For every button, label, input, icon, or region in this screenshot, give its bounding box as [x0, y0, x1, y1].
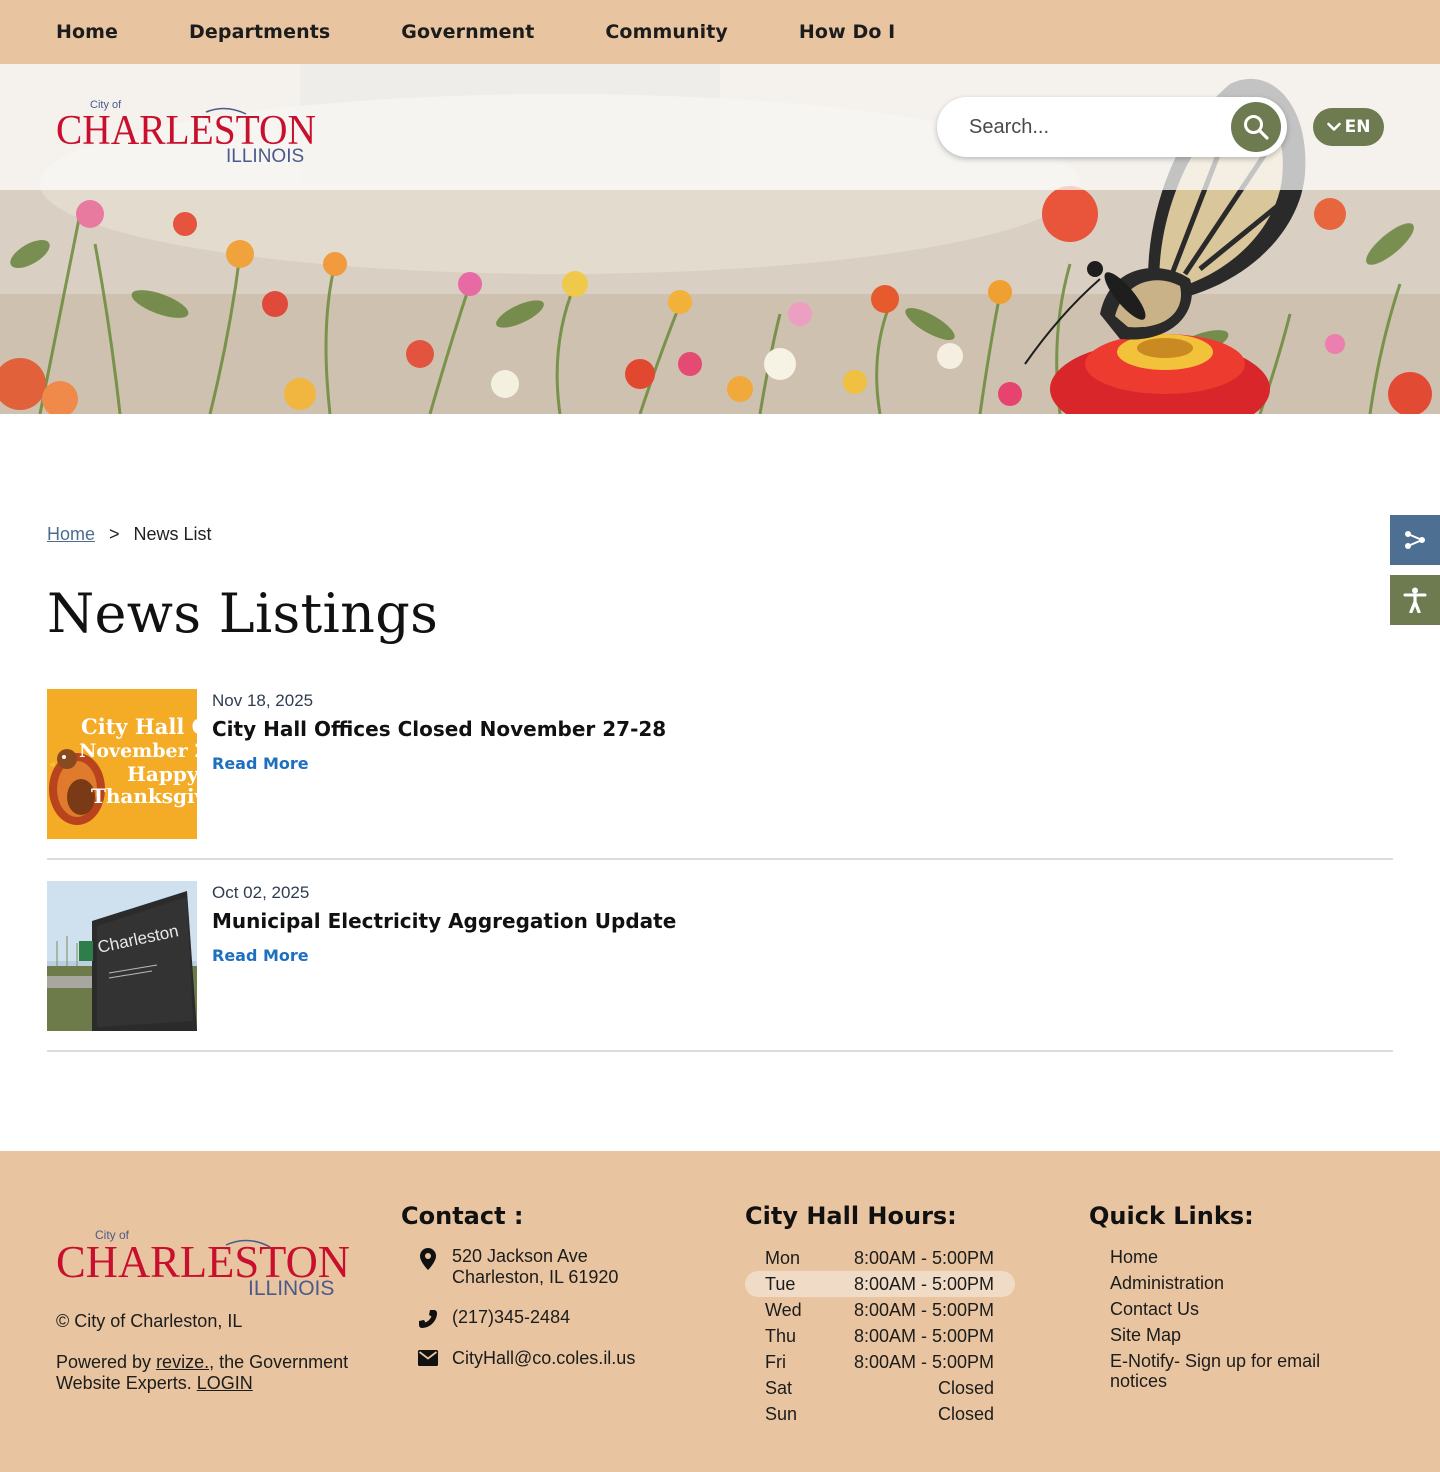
page-title: News Listings — [47, 582, 439, 645]
hours-day: Sat — [765, 1377, 793, 1398]
hours-row-today: Tue 8:00AM - 5:00PM — [745, 1271, 1015, 1297]
hours-row: Wed 8:00AM - 5:00PM — [745, 1297, 1015, 1323]
email-address: CityHall@co.coles.il.us — [452, 1348, 636, 1368]
contact-heading: Contact : — [401, 1202, 524, 1230]
breadcrumb-current: News List — [133, 524, 212, 544]
search-bar — [937, 97, 1287, 157]
hours-day: Thu — [765, 1325, 797, 1346]
hours-day: Tue — [765, 1273, 796, 1294]
share-icon — [1405, 531, 1425, 549]
powered-by-text: Powered by revize., the Government Websi… — [56, 1352, 376, 1394]
hours-table: Mon 8:00AM - 5:00PM Tue 8:00AM - 5:00PM We… — [745, 1245, 1015, 1427]
contact-email[interactable]: CityHall@co.coles.il.us — [418, 1348, 635, 1369]
read-more-link[interactable]: Read More — [212, 946, 309, 965]
news-list-item: City Hall Cl November 2 Happy Thanksgiv … — [47, 689, 1393, 860]
breadcrumb-home-link[interactable]: Home — [47, 524, 95, 545]
svg-text:ILLINOIS: ILLINOIS — [226, 146, 304, 164]
nav-item-home[interactable]: Home — [56, 21, 118, 43]
hours-day: Mon — [765, 1247, 801, 1268]
envelope-icon — [418, 1350, 438, 1366]
hours-time: Closed — [937, 1377, 994, 1398]
news-thumbnail[interactable]: City Hall Cl November 2 Happy Thanksgiv — [47, 689, 197, 839]
nav-item-how-do-i[interactable]: How Do I — [799, 21, 895, 43]
location-pin-icon — [420, 1248, 436, 1270]
revize-link[interactable]: revize. — [156, 1352, 209, 1372]
hours-time: 8:00AM - 5:00PM — [853, 1247, 994, 1268]
svg-text:ILLINOIS: ILLINOIS — [248, 1277, 334, 1297]
chevron-down-icon — [1326, 122, 1341, 131]
accessibility-icon — [1403, 587, 1427, 613]
news-date: Nov 18, 2025 — [212, 691, 314, 710]
hours-day: Fri — [765, 1351, 786, 1372]
nav-item-departments[interactable]: Departments — [189, 21, 330, 43]
quick-links-heading: Quick Links: — [1089, 1202, 1254, 1230]
language-selector[interactable]: EN — [1313, 108, 1384, 146]
copyright-text: © City of Charleston, IL — [56, 1311, 243, 1331]
search-icon — [1244, 115, 1269, 140]
breadcrumb: Home > News List — [47, 524, 212, 545]
nav-item-government[interactable]: Government — [401, 21, 534, 43]
phone-icon — [419, 1310, 437, 1328]
charleston-sign-thumbnail-image: Charleston — [47, 881, 197, 1031]
svg-text:City Hall Cl: City Hall Cl — [81, 714, 197, 739]
hours-time: 8:00AM - 5:00PM — [853, 1325, 994, 1346]
read-more-link[interactable]: Read More — [212, 754, 309, 773]
quick-link-home[interactable]: Home — [1110, 1247, 1350, 1267]
svg-text:Thanksgiv: Thanksgiv — [91, 784, 197, 808]
news-title[interactable]: City Hall Offices Closed November 27-28 — [212, 717, 666, 741]
nav-item-community[interactable]: Community — [605, 21, 728, 43]
search-input[interactable] — [969, 111, 1219, 143]
news-date: Oct 02, 2025 — [212, 883, 310, 902]
news-list-item: Charleston Oct 02, 2025 Municipal Electr… — [47, 881, 1393, 1052]
quick-link-administration[interactable]: Administration — [1110, 1273, 1350, 1293]
search-button[interactable] — [1231, 102, 1281, 152]
footer-city-logo[interactable]: City of CHARLESTON ILLINOIS — [56, 1225, 352, 1297]
address-line-2: Charleston, IL 61920 — [452, 1267, 619, 1287]
hours-day: Sun — [765, 1403, 798, 1424]
hours-row: Sun Closed — [745, 1401, 1015, 1427]
top-navigation: Home Departments Government Community Ho… — [0, 0, 1440, 64]
thanksgiving-thumbnail-image: City Hall Cl November 2 Happy Thanksgiv — [47, 689, 197, 839]
city-logo[interactable]: City of CHARLESTON ILLINOIS — [56, 94, 318, 164]
news-title[interactable]: Municipal Electricity Aggregation Update — [212, 909, 676, 933]
hours-time: 8:00AM - 5:00PM — [853, 1299, 994, 1320]
quick-link-contact-us[interactable]: Contact Us — [1110, 1299, 1350, 1319]
hours-time: Closed — [937, 1403, 994, 1424]
news-thumbnail[interactable]: Charleston — [47, 881, 197, 1031]
quick-links-list: Home Administration Contact Us Site Map … — [1110, 1247, 1350, 1397]
svg-text:November 2: November 2 — [79, 740, 197, 762]
hours-row: Sat Closed — [745, 1375, 1015, 1401]
language-label: EN — [1344, 117, 1371, 137]
hours-time: 8:00AM - 5:00PM — [853, 1273, 994, 1294]
quick-link-e-notify[interactable]: E-Notify- Sign up for email notices — [1110, 1351, 1350, 1391]
contact-address: 520 Jackson Ave Charleston, IL 61920 — [418, 1246, 618, 1288]
login-link[interactable]: LOGIN — [197, 1373, 253, 1393]
powered-by-prefix: Powered by — [56, 1352, 157, 1372]
hero-banner: City of CHARLESTON ILLINOIS EN — [0, 64, 1440, 414]
hours-time: 8:00AM - 5:00PM — [853, 1351, 994, 1372]
phone-number: (217)345-2484 — [452, 1307, 571, 1327]
hours-row: Fri 8:00AM - 5:00PM — [745, 1349, 1015, 1375]
share-button[interactable] — [1390, 515, 1440, 565]
hours-day: Wed — [765, 1299, 802, 1320]
accessibility-button[interactable] — [1390, 575, 1440, 625]
hours-heading: City Hall Hours: — [745, 1202, 957, 1230]
site-footer: City of CHARLESTON ILLINOIS © City of Ch… — [0, 1151, 1440, 1472]
address-line-1: 520 Jackson Ave — [452, 1246, 588, 1266]
hours-row: Mon 8:00AM - 5:00PM — [745, 1245, 1015, 1271]
breadcrumb-separator: > — [109, 524, 120, 544]
svg-text:Happy: Happy — [127, 762, 197, 786]
hours-row: Thu 8:00AM - 5:00PM — [745, 1323, 1015, 1349]
contact-phone[interactable]: (217)345-2484 — [418, 1307, 570, 1329]
quick-link-site-map[interactable]: Site Map — [1110, 1325, 1350, 1345]
